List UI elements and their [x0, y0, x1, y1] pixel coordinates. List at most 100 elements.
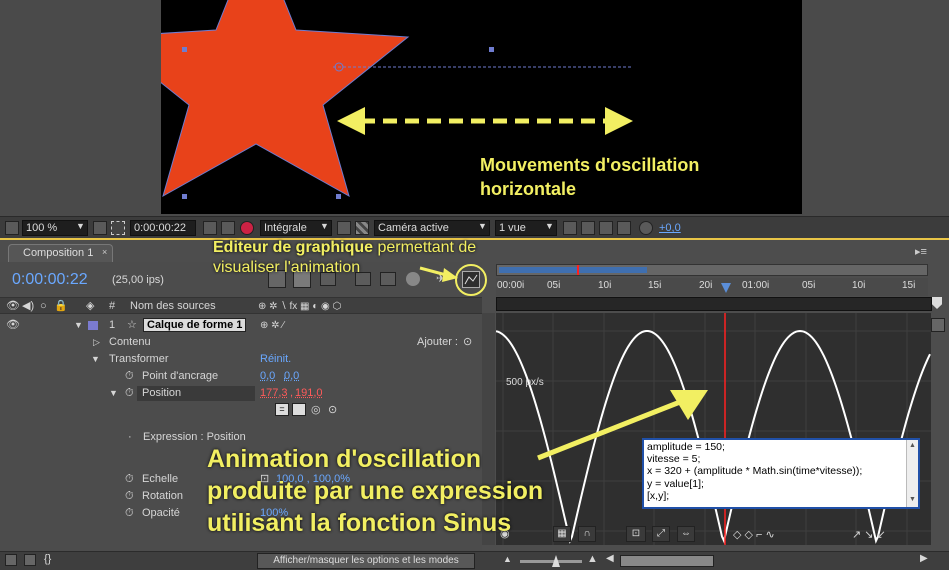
- stopwatch-icon[interactable]: ⏱: [125, 385, 134, 402]
- snapshot-icon[interactable]: [203, 221, 217, 235]
- contenu-row[interactable]: ▷ Contenu Ajouter : ⊙: [0, 334, 482, 351]
- timeline-navigator[interactable]: [496, 297, 932, 316]
- collapse-triangle-icon[interactable]: ▷: [93, 334, 100, 351]
- layer-row[interactable]: 👁 ▼ 1 ☆ Calque de forme 1 ⊕ ✲ ∕: [0, 317, 482, 334]
- fps-label: (25,00 ips): [112, 274, 164, 286]
- stopwatch-icon[interactable]: ⏱: [125, 471, 134, 488]
- easy-ease-icons[interactable]: ↗ ↘ ↙: [852, 528, 886, 541]
- flowchart-icon[interactable]: [617, 221, 631, 235]
- solo-icon[interactable]: ○: [40, 298, 47, 315]
- timecode-field[interactable]: 0:00:00:22: [130, 220, 196, 236]
- ruler-tick: 00:00i: [497, 280, 525, 291]
- graph-editor-annotation-rest: permettant de: [373, 239, 477, 256]
- expand-triangle-icon[interactable]: ▼: [91, 351, 100, 368]
- layer-name[interactable]: Calque de forme 1: [143, 318, 247, 332]
- stopwatch-icon[interactable]: ⏱: [125, 368, 134, 385]
- snap-icon[interactable]: ▦: [553, 526, 571, 542]
- label-icon[interactable]: ◈: [86, 298, 94, 315]
- bbox-handle: [336, 194, 341, 199]
- transparency-grid-icon[interactable]: [355, 221, 369, 235]
- horizontal-scrollbar-thumb[interactable]: [620, 555, 714, 567]
- toggle-pixel-aspect-icon[interactable]: [563, 221, 577, 235]
- column-source-name[interactable]: Nom des sources: [130, 298, 216, 315]
- eye-icon[interactable]: 👁: [6, 298, 20, 315]
- region-of-interest-icon[interactable]: [337, 221, 351, 235]
- in-out-toggle-icon[interactable]: {}: [44, 553, 51, 565]
- zoom-out-icon[interactable]: ▲: [503, 554, 512, 564]
- fast-previews-icon[interactable]: [581, 221, 595, 235]
- modes-toggle-icon[interactable]: [24, 554, 36, 566]
- current-time[interactable]: 0:00:00:22: [12, 271, 88, 289]
- reset-exposure-icon[interactable]: [639, 221, 653, 235]
- scroll-up-icon[interactable]: ▲: [909, 442, 916, 449]
- expression-language-menu-icon[interactable]: ⊙: [328, 403, 337, 416]
- camera-select[interactable]: Caméra active: [374, 220, 490, 236]
- graph-editor-arrow: [419, 266, 458, 282]
- comment-icon[interactable]: [931, 318, 945, 332]
- zoom-in-icon[interactable]: ▲: [587, 553, 598, 565]
- ruler-tick: 15i: [902, 280, 916, 291]
- tab-composition-1[interactable]: Composition 1: [8, 244, 113, 262]
- transformer-row[interactable]: ▼ Transformer Réinit.: [0, 351, 482, 368]
- bbox-handle: [182, 194, 187, 199]
- arrow-head-left: [337, 107, 365, 135]
- layer-switches-toggle-icon[interactable]: [5, 554, 17, 566]
- auto-zoom-icon[interactable]: ⤢: [652, 526, 670, 542]
- ruler-tick: 10i: [852, 280, 866, 291]
- oscillation-annotation-line1: Mouvements d'oscillation: [480, 155, 700, 175]
- transformer-label: Transformer: [109, 353, 169, 365]
- chevron-down-icon: ▼: [545, 221, 554, 231]
- position-x-value[interactable]: 177,3: [260, 385, 288, 402]
- expression-enable-icon[interactable]: =: [275, 403, 289, 416]
- panel-menu-icon[interactable]: ▸≡: [915, 245, 927, 258]
- anchor-row[interactable]: ⏱ Point d'ancrage 0,0 , 0,0: [0, 368, 482, 385]
- opacity-label: Opacité: [142, 507, 180, 519]
- pick-whip-icon[interactable]: ◎: [311, 403, 321, 416]
- audio-icon[interactable]: ◀): [22, 298, 34, 315]
- expand-triangle-icon[interactable]: ▼: [74, 317, 83, 334]
- bbox-handle: [489, 47, 494, 52]
- timeline-bottom-bar: {} Afficher/masquer les options et les m…: [0, 551, 949, 570]
- shape-layer-star-icon: ☆: [127, 319, 137, 331]
- fit-selection-icon[interactable]: ⊡: [626, 526, 646, 542]
- expression-scrollbar[interactable]: ▲ ▼: [906, 440, 918, 507]
- keyframe-tools-icon[interactable]: ◇ ◇ ⌐ ∿: [733, 528, 775, 541]
- anchor-y-value[interactable]: 0,0: [284, 368, 299, 385]
- close-icon[interactable]: ×: [102, 247, 107, 257]
- arrow-head-right: [605, 107, 633, 135]
- always-preview-icon[interactable]: [5, 221, 19, 235]
- switches-icon: ⊕ ✲ ∖ fx ▦ ◐ ◉ ⬡: [258, 301, 342, 312]
- ajouter-menu-icon[interactable]: ⊙: [463, 334, 472, 351]
- scroll-left-icon[interactable]: ◀: [606, 553, 614, 564]
- expression-graph-icon[interactable]: [292, 403, 306, 416]
- timeline-icon[interactable]: [599, 221, 613, 235]
- position-y-value[interactable]: 191,0: [295, 385, 323, 402]
- scroll-right-icon[interactable]: ▶: [920, 553, 928, 564]
- show-snapshot-icon[interactable]: [221, 221, 235, 235]
- expand-triangle-icon[interactable]: ▼: [109, 385, 118, 402]
- ajouter-label[interactable]: Ajouter :: [417, 334, 458, 351]
- composition-canvas[interactable]: Mouvements d'oscillation horizontale: [161, 0, 802, 214]
- channel-icon[interactable]: [240, 221, 254, 235]
- mask-visibility-icon[interactable]: [111, 221, 125, 235]
- work-area-range[interactable]: [499, 267, 647, 273]
- chevron-down-icon: ▼: [478, 221, 487, 231]
- anchor-x-value[interactable]: 0,0: [260, 368, 275, 385]
- oscillation-annotation: Mouvements d'oscillation horizontale: [480, 153, 699, 201]
- label-color-swatch[interactable]: [88, 321, 98, 330]
- work-area-bar[interactable]: [496, 264, 928, 276]
- layer-switches-icon[interactable]: ⊕ ✲ ∕: [260, 317, 284, 334]
- toggle-switches-modes-button[interactable]: Afficher/masquer les options et les mode…: [257, 553, 475, 569]
- magnet-icon[interactable]: ∩: [578, 526, 596, 542]
- zoom-slider[interactable]: [520, 560, 582, 563]
- scroll-down-icon[interactable]: ▼: [909, 496, 916, 503]
- safe-zones-icon[interactable]: [93, 221, 107, 235]
- position-row[interactable]: ▼ ⏱ Position 177,3 , 191,0: [0, 385, 482, 402]
- lock-icon[interactable]: 🔒: [54, 298, 68, 315]
- exposure-value[interactable]: +0,0: [659, 222, 681, 234]
- stopwatch-icon[interactable]: ⏱: [125, 505, 134, 522]
- visibility-eye-icon[interactable]: 👁: [6, 317, 20, 334]
- fit-all-icon[interactable]: ⇔: [677, 526, 695, 542]
- reset-link[interactable]: Réinit.: [260, 351, 291, 368]
- stopwatch-icon[interactable]: ⏱: [125, 488, 134, 505]
